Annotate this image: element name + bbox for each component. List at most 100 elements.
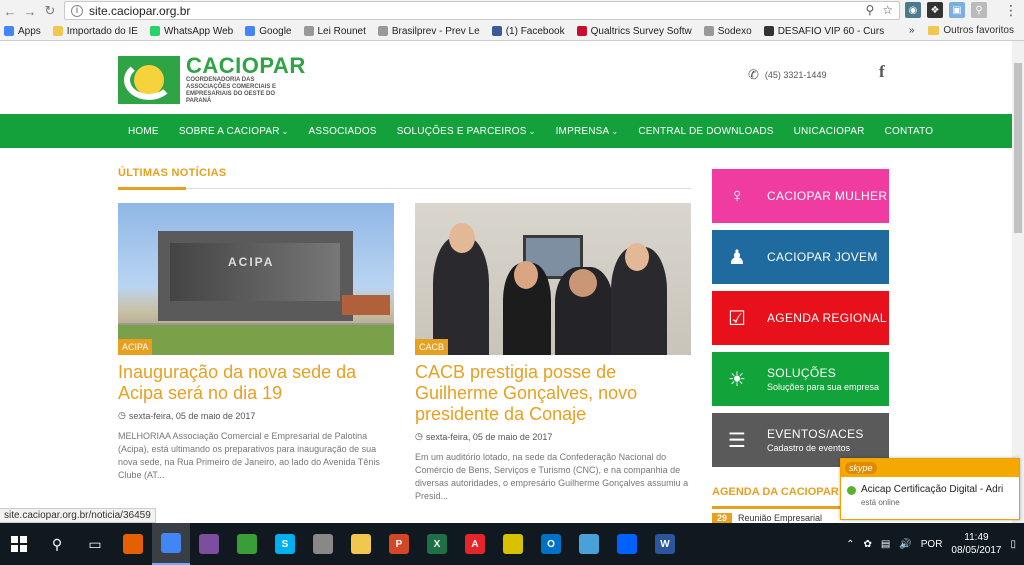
network-icon[interactable]: ▤ [881, 539, 890, 550]
caciopar-logo[interactable]: CACIOPAR COORDENADORIA DAS ASSOCIAÇÕES C… [118, 55, 306, 105]
taskbar-word-button[interactable]: W [646, 523, 684, 565]
agenda-day: 29 [712, 513, 733, 523]
sidebar-button[interactable]: ☑ AGENDA REGIONAL [712, 291, 889, 345]
news-title[interactable]: Inauguração da nova sede da Acipa será n… [118, 362, 394, 404]
bookmark-item[interactable]: Lei Rounet [303, 26, 366, 37]
windows-taskbar: ⚲ ▭ S PXA O W ⌃ ✿ ▤ 🔊 POR 11:49 08/05/2017 … [0, 523, 1024, 565]
extension-4-icon[interactable]: ⚲ [971, 2, 987, 18]
sidebar-button[interactable]: ♀ CACIOPAR MULHER [712, 169, 889, 223]
tray-chevron-icon[interactable]: ⌃ [846, 539, 854, 550]
nav-item[interactable]: IMPRENSA ⌄ [556, 126, 619, 137]
taskbar-firefox-button[interactable] [114, 523, 152, 565]
news-card-cacb[interactable]: CACB CACB prestigia posse de Guilherme G… [415, 203, 691, 503]
windows-start-icon[interactable] [0, 523, 38, 565]
taskbar-chrome-button[interactable] [152, 523, 190, 565]
bookmark-item[interactable]: Qualtrics Survey Softw [576, 26, 692, 37]
reload-button[interactable]: ↻ [40, 1, 60, 21]
online-status-icon [847, 486, 856, 495]
bookmark-item[interactable]: Sodexo [703, 26, 752, 37]
logo-title: CACIOPAR [186, 53, 306, 78]
section-divider [118, 187, 691, 190]
nav-item[interactable]: SOLUÇÕES E PARCEIROS ⌄ [397, 126, 536, 137]
news-image-building[interactable]: ACIPA ACIPA [118, 203, 394, 355]
folder-icon [928, 26, 940, 35]
forward-button[interactable]: → [20, 1, 40, 21]
page-scrollbar[interactable] [1012, 41, 1024, 523]
taskbar-skype-button[interactable]: S [266, 523, 304, 565]
building-sign: ACIPA [228, 255, 275, 269]
bookmark-item[interactable]: WhatsApp Web [149, 26, 233, 37]
extension-3-icon[interactable]: ▣ [949, 2, 965, 18]
taskbar-app-tools-button[interactable] [304, 523, 342, 565]
app-tools-icon [313, 534, 333, 554]
other-bookmarks[interactable]: Outros favoritos [928, 25, 1014, 36]
news-tag[interactable]: ACIPA [118, 339, 153, 355]
taskbar-app-blue-button[interactable] [570, 523, 608, 565]
back-button[interactable]: ← [0, 1, 20, 21]
taskbar-acrobat-button[interactable]: A [456, 523, 494, 565]
extension-1-icon[interactable]: ◉ [905, 2, 921, 18]
bookmark-item[interactable]: Apps [4, 26, 41, 37]
chrome-icon [161, 533, 181, 553]
tray-app-icon[interactable]: ✿ [863, 539, 871, 550]
bookmark-item[interactable]: Brasilprev - Prev Le [377, 26, 480, 37]
bookmark-item[interactable]: Importado do IE [52, 26, 138, 37]
news-card-acipa[interactable]: ACIPA ACIPA Inauguração da nova sede da … [118, 203, 394, 482]
news-image-people[interactable]: CACB [415, 203, 691, 355]
whatsapp-icon [149, 26, 160, 36]
news-title[interactable]: CACB prestigia posse de Guilherme Gonçal… [415, 362, 691, 425]
taskbar-outlook-button[interactable]: O [532, 523, 570, 565]
app-purple-icon [199, 534, 219, 554]
nav-item[interactable]: CENTRAL DE DOWNLOADS [638, 126, 773, 137]
site-info-icon[interactable]: i [71, 4, 83, 17]
nav-item[interactable]: ASSOCIADOS [309, 126, 377, 137]
taskbar-powerpoint-button[interactable]: P [380, 523, 418, 565]
system-tray: ⌃ ✿ ▤ 🔊 POR 11:49 08/05/2017 ▯ [846, 523, 1016, 565]
language-indicator[interactable]: POR [921, 539, 943, 550]
news-tag[interactable]: CACB [415, 339, 449, 355]
skype-notification[interactable]: skype Acicap Certificação Digital - Adri… [840, 458, 1020, 520]
taskbar-app-purple-button[interactable] [190, 523, 228, 565]
bookmarks-bar: Apps Importado do IE WhatsApp Web Google Lei… [0, 22, 1024, 41]
taskbar-file-explorer-button[interactable] [342, 523, 380, 565]
bookmark-item[interactable]: DESAFIO VIP 60 - Curs [763, 26, 884, 37]
search-icon[interactable]: ⚲ [38, 523, 76, 565]
sidebar-button[interactable]: ♟ CACIOPAR JOVEM [712, 230, 889, 284]
zoom-search-icon[interactable]: ⚲ [865, 3, 874, 17]
nav-item[interactable]: HOME [128, 126, 159, 137]
sidebar-button[interactable]: ☀ SOLUÇÕES Soluções para sua empresa [712, 352, 889, 406]
address-bar[interactable]: i site.caciopar.org.br ⚲ ☆ [64, 1, 900, 20]
volume-icon[interactable]: 🔊 [899, 539, 911, 550]
app-blue-icon [579, 534, 599, 554]
nav-item[interactable]: UNICACIOPAR [794, 126, 865, 137]
chevron-down-icon: ⌄ [611, 126, 619, 136]
nav-item[interactable]: SOBRE A CACIOPAR ⌄ [179, 126, 289, 137]
server-list-icon: ☰ [728, 429, 746, 452]
taskbar-app-arrow-button[interactable] [494, 523, 532, 565]
logo-subtitle: COORDENADORIA DAS ASSOCIAÇÕES COMERCIAIS… [186, 77, 277, 104]
bookmark-item[interactable]: (1) Facebook [491, 26, 565, 37]
page-icon [303, 26, 314, 36]
taskbar-excel-button[interactable]: X [418, 523, 456, 565]
extension-2-icon[interactable]: ❖ [927, 2, 943, 18]
nav-item[interactable]: CONTATO [885, 126, 934, 137]
task-view-icon[interactable]: ▭ [76, 523, 114, 565]
notifications-icon[interactable]: ▯ [1010, 539, 1016, 550]
bookmarks-overflow-button[interactable]: » [909, 25, 915, 36]
address-url: site.caciopar.org.br [89, 3, 191, 18]
agenda-item[interactable]: 29 Reunião Empresarial [712, 513, 842, 523]
scrollbar-thumb[interactable] [1014, 63, 1022, 233]
page-icon [703, 26, 714, 36]
browser-menu-icon[interactable]: ⋮ [1004, 2, 1018, 19]
caciopar-logo-mark-icon [118, 56, 180, 104]
bookmark-star-icon[interactable]: ☆ [882, 3, 893, 17]
taskbar-dropbox-button[interactable] [608, 523, 646, 565]
qualtrics-icon [576, 26, 587, 36]
facebook-icon[interactable]: f [879, 62, 885, 82]
taskbar-app-green-leaf-button[interactable] [228, 523, 266, 565]
clock[interactable]: 11:49 08/05/2017 [951, 531, 1001, 557]
main-nav: HOME SOBRE A CACIOPAR ⌄ ASSOCIADOS SOLUÇÕES … [0, 114, 1012, 148]
firefox-icon [123, 534, 143, 554]
file-explorer-icon [351, 534, 371, 554]
bookmark-item[interactable]: Google [245, 26, 292, 37]
